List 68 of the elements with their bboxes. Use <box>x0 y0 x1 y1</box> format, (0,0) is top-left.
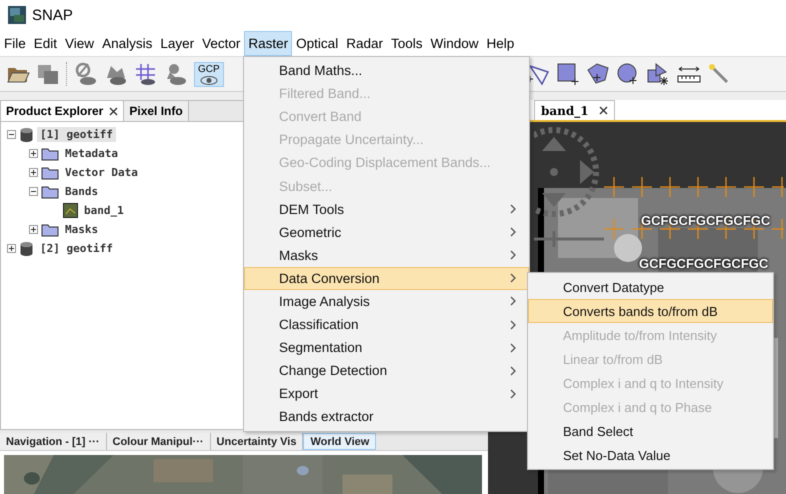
menu-item[interactable]: Analysis <box>98 30 156 56</box>
menu-item[interactable]: Data Conversion <box>244 266 529 290</box>
menu-item[interactable]: Help <box>482 30 518 56</box>
menu-item[interactable]: Tools <box>386 30 426 56</box>
menu-item[interactable]: Layer <box>156 30 198 56</box>
menu-item[interactable]: Segmentation <box>244 336 529 360</box>
folder-icon <box>41 184 59 198</box>
menu-item[interactable]: Raster <box>244 30 292 56</box>
panel-tab[interactable]: Product Explorer <box>1 101 124 121</box>
close-icon[interactable] <box>598 106 608 115</box>
polygon-add-icon[interactable] <box>586 62 610 86</box>
menu-item[interactable]: Band Select <box>528 419 773 443</box>
gcp-label: GCFGCFGCFGCFGC <box>641 213 770 228</box>
menu-item[interactable]: File <box>0 30 30 56</box>
database-icon <box>19 240 34 256</box>
menu-item[interactable]: Bands extractor <box>244 405 529 428</box>
app-logo-icon <box>8 6 26 24</box>
folder-icon <box>41 166 59 180</box>
tree-item[interactable]: Metadata <box>62 146 121 161</box>
tree-item[interactable]: band_1 <box>81 203 127 218</box>
collapse-toggle[interactable] <box>7 130 16 139</box>
menu-item[interactable]: Masks <box>244 244 529 267</box>
menu-item[interactable]: Change Detection <box>244 359 529 382</box>
tree-item[interactable]: Bands <box>62 184 102 199</box>
tree-item[interactable]: [1] geotiff <box>37 127 116 142</box>
database-icon <box>19 126 34 142</box>
gcp-label: GCFGCFGCFGCFGC <box>639 256 768 271</box>
menu-item[interactable]: Geometric <box>244 220 529 244</box>
menu-item[interactable]: Classification <box>244 313 529 336</box>
eye-icon <box>200 76 218 84</box>
menu-item[interactable]: DEM Tools <box>244 198 529 221</box>
menu-item[interactable]: View <box>61 30 98 56</box>
menu-item[interactable]: Edit <box>30 30 62 56</box>
menu-item[interactable]: Optical <box>292 30 342 56</box>
menu-item[interactable]: Band Maths... <box>244 59 529 82</box>
editor-tab[interactable]: band_1 <box>534 100 615 120</box>
band-image-icon <box>63 203 78 218</box>
menu-item[interactable]: Vector <box>198 30 244 56</box>
menu-item[interactable]: Image Analysis <box>244 290 529 314</box>
save-icon[interactable] <box>36 63 60 85</box>
expand-toggle[interactable] <box>29 225 38 234</box>
window-title: SNAP <box>32 6 73 24</box>
expand-toggle[interactable] <box>7 244 16 253</box>
panel-tab[interactable]: Navigation - [1] ··· <box>0 433 106 450</box>
grid-eye-icon[interactable] <box>134 62 158 86</box>
gcp-button[interactable]: GCP <box>194 62 224 86</box>
panel-tab[interactable]: Uncertainty Vis <box>210 433 304 450</box>
panel-tab[interactable]: Colour Manipul··· <box>106 433 211 450</box>
menu-item[interactable]: Radar <box>342 30 387 56</box>
menu-item[interactable]: Convert Datatype <box>528 275 773 299</box>
collapse-toggle[interactable] <box>29 187 38 196</box>
magic-wand-icon[interactable] <box>708 63 730 85</box>
panel-tab[interactable]: World View <box>303 433 376 450</box>
folder-icon <box>41 222 59 236</box>
expand-toggle[interactable] <box>29 168 38 177</box>
tree-item[interactable]: Vector Data <box>62 165 141 180</box>
shapes-star-icon[interactable] <box>646 62 670 86</box>
menu-item[interactable]: Converts bands to/from dB <box>528 299 773 323</box>
expand-toggle[interactable] <box>29 149 38 158</box>
rectangle-add-icon[interactable] <box>556 62 580 86</box>
menu-item[interactable]: Set No-Data Value <box>528 443 773 467</box>
folder-icon <box>41 146 59 160</box>
menu-item[interactable]: Export <box>244 382 529 406</box>
close-icon[interactable] <box>109 106 118 116</box>
tree-item[interactable]: Masks <box>62 222 102 237</box>
menu-item[interactable]: Window <box>426 30 483 56</box>
tree-item[interactable]: [2] geotiff <box>37 241 116 256</box>
panel-tab[interactable]: Pixel Info <box>124 101 189 121</box>
